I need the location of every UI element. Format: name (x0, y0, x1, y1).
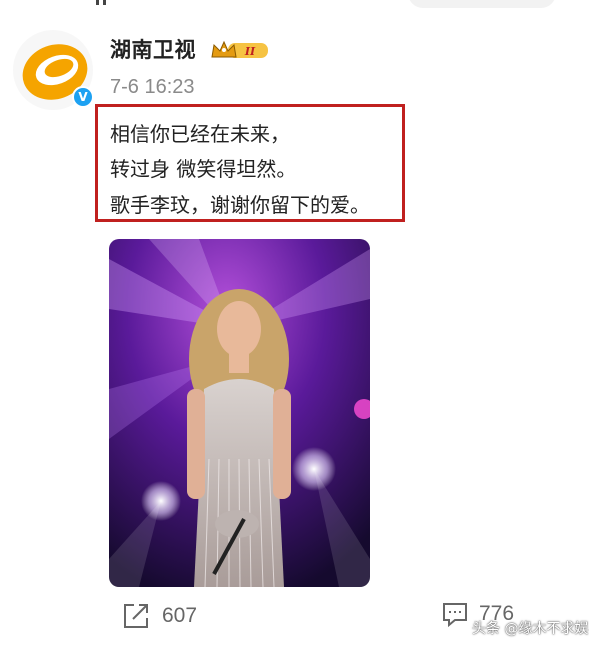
verified-icon: V (72, 86, 94, 108)
watermark: 头条 @缘木不求娱 (472, 621, 589, 637)
repost-count: 607 (162, 604, 198, 627)
repost-icon (124, 604, 148, 628)
post-timestamp[interactable]: 7-6 16:23 (110, 76, 195, 99)
comment-icon (443, 603, 467, 628)
repost-button[interactable]: 607 (120, 600, 197, 632)
author-name[interactable]: 湖南卫视 (110, 34, 196, 64)
post-image[interactable] (109, 239, 370, 587)
post-text-line: 相信你已经在未来， (110, 122, 290, 146)
concert-photo (109, 239, 370, 587)
vip-crown-icon[interactable]: II (210, 38, 270, 62)
post-text-line: 转过身 微笑得坦然。 (110, 157, 297, 181)
top-bar-fragment (408, 0, 556, 8)
top-edge-fragment (96, 0, 122, 5)
vip-level: II (244, 45, 256, 58)
post-text-line: 歌手李玟，谢谢你留下的爱。 (110, 193, 370, 217)
